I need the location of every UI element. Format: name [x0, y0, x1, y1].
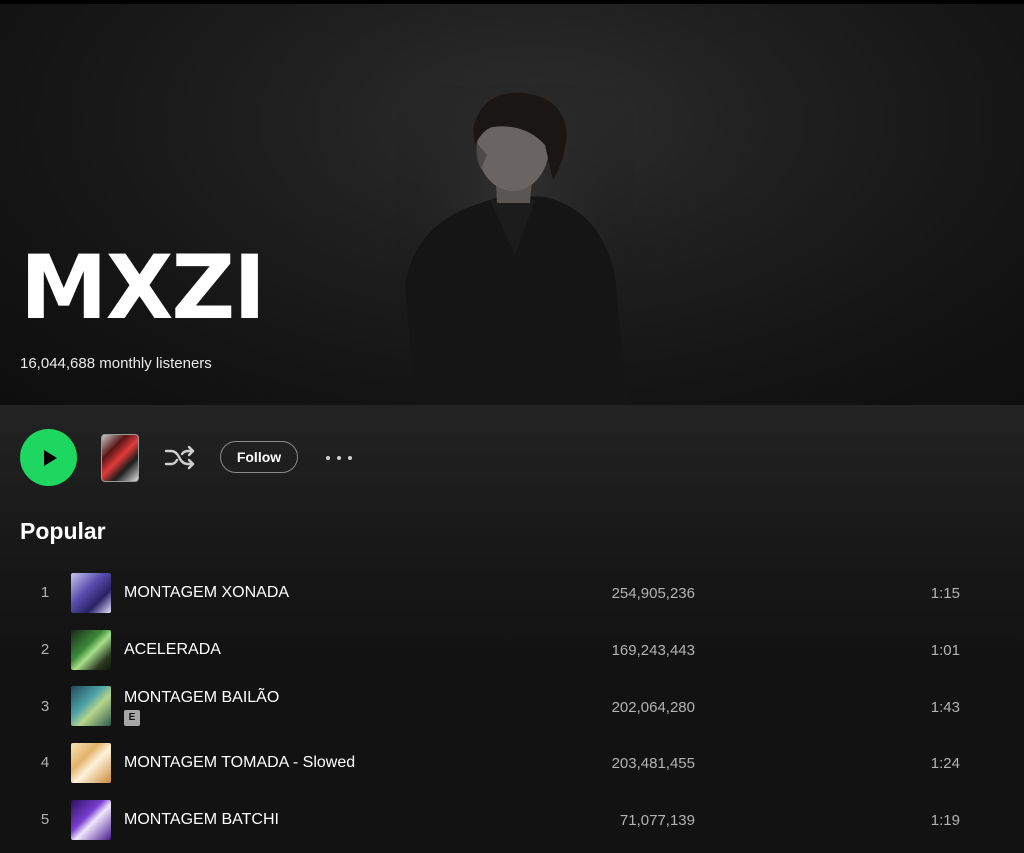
track-row[interactable]: 4 MONTAGEM TOMADA - Slowed 203,481,455 1… — [20, 737, 1004, 789]
track-title: MONTAGEM BAILÃO — [124, 689, 280, 706]
track-plays: 202,064,280 — [611, 699, 695, 716]
play-button[interactable] — [20, 429, 77, 486]
track-number: 1 — [40, 584, 50, 601]
track-number: 3 — [40, 698, 50, 715]
artist-header: MXZI 16,044,688 monthly listeners — [0, 0, 1024, 405]
track-duration: 1:43 — [930, 699, 960, 716]
track-plays: 71,077,139 — [619, 812, 695, 829]
track-duration: 1:19 — [930, 812, 960, 829]
monthly-listeners: 16,044,688 monthly listeners — [20, 355, 212, 372]
track-plays: 254,905,236 — [611, 585, 695, 602]
track-number: 5 — [40, 811, 50, 828]
play-icon — [44, 449, 57, 466]
section-title-popular: Popular — [20, 518, 106, 544]
track-duration: 1:01 — [930, 642, 960, 659]
track-row[interactable]: 3 MONTAGEM BAILÃO E 202,064,280 1:43 — [20, 680, 1004, 732]
track-title: MONTAGEM XONADA — [124, 584, 290, 601]
track-cover — [71, 630, 111, 670]
artist-name: MXZI — [20, 236, 266, 339]
track-row[interactable]: 1 MONTAGEM XONADA 254,905,236 1:15 — [20, 568, 1004, 620]
track-title: MONTAGEM TOMADA - Slowed — [124, 754, 356, 771]
track-duration: 1:24 — [930, 755, 960, 772]
track-row[interactable]: 5 MONTAGEM BATCHI 71,077,139 1:19 — [20, 794, 1004, 846]
preview-thumbnail-button[interactable] — [101, 434, 139, 482]
track-row[interactable]: 2 ACELERADA 169,243,443 1:01 — [20, 624, 1004, 676]
explicit-badge: E — [124, 710, 140, 726]
track-number: 4 — [40, 754, 50, 771]
dot — [348, 456, 352, 460]
track-title: MONTAGEM BATCHI — [124, 811, 279, 828]
track-title: ACELERADA — [124, 641, 221, 658]
artist-photo — [395, 85, 635, 405]
track-duration: 1:15 — [930, 585, 960, 602]
shuffle-icon[interactable] — [163, 442, 197, 474]
track-number: 2 — [40, 641, 50, 658]
track-cover — [71, 800, 111, 840]
dot — [337, 456, 341, 460]
more-options-icon[interactable] — [322, 448, 356, 468]
track-plays: 169,243,443 — [611, 642, 695, 659]
track-cover — [71, 573, 111, 613]
track-plays: 203,481,455 — [611, 755, 695, 772]
dot — [326, 456, 330, 460]
track-cover — [71, 743, 111, 783]
track-cover — [71, 686, 111, 726]
follow-button[interactable]: Follow — [220, 441, 298, 473]
